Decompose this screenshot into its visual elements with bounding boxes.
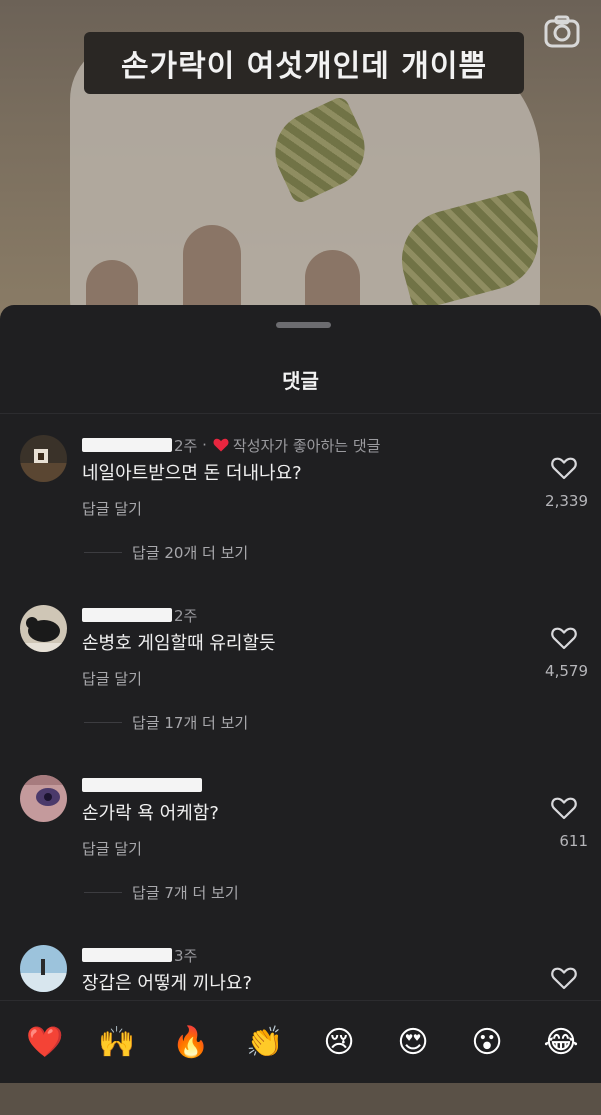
creator-heart-icon: [213, 438, 229, 452]
sheet-title: 댓글: [282, 369, 319, 393]
comment-text: 장갑은 어떻게 끼나요?: [82, 973, 253, 994]
like-heart-icon[interactable]: [551, 966, 577, 990]
avatar[interactable]: [20, 605, 67, 652]
emoji-crying-button[interactable]: 😢: [318, 1023, 360, 1063]
emoji-laughing-button[interactable]: 😂: [540, 1023, 582, 1063]
view-replies-button[interactable]: 답글 17개 더 보기: [84, 712, 248, 733]
like-count: 4,579: [545, 662, 588, 680]
comment-meta: 2주 · 작성자가 좋아하는 댓글: [82, 435, 380, 455]
comment-item: 손가락 욕 어케함? 답글 달기 611 답글 7개 더 보기: [0, 775, 601, 945]
emoji-surprised-button[interactable]: 😮: [466, 1023, 508, 1063]
comment-text: 손병호 게임할때 유리할듯: [82, 633, 276, 654]
emoji-heart-button[interactable]: ❤️: [24, 1023, 66, 1063]
reply-button[interactable]: 답글 달기: [82, 668, 142, 689]
divider: [84, 892, 122, 893]
divider: [84, 552, 122, 553]
comment-item: 2주 · 작성자가 좋아하는 댓글 네일아트받으면 돈 더내나요? 답글 달기 …: [0, 435, 601, 605]
comment-item: 2주 손병호 게임할때 유리할듯 답글 달기 4,579 답글 17개 더 보기: [0, 605, 601, 775]
comments-sheet: 댓글 2주 · 작성자가 좋아하는 댓글 네일아트받으면 돈 더내나요? 답글 …: [0, 305, 601, 1082]
emoji-heart-eyes-button[interactable]: 😍: [392, 1023, 434, 1063]
comment-text: 네일아트받으면 돈 더내나요?: [82, 463, 302, 484]
reply-button[interactable]: 답글 달기: [82, 838, 142, 859]
view-replies-label: 답글 20개 더 보기: [132, 544, 249, 562]
comment-meta: [82, 775, 204, 795]
emoji-fire-button[interactable]: 🔥: [170, 1023, 212, 1063]
comment-time: 2주: [174, 606, 198, 625]
comment-time: 2주: [174, 436, 198, 455]
reply-button[interactable]: 답글 달기: [82, 498, 142, 519]
comment-meta: 2주: [82, 605, 197, 625]
view-replies-label: 답글 17개 더 보기: [132, 714, 249, 732]
avatar[interactable]: [20, 945, 67, 992]
camera-icon[interactable]: [542, 12, 582, 52]
view-replies-button[interactable]: 답글 20개 더 보기: [84, 542, 248, 563]
like-heart-icon[interactable]: [551, 796, 577, 820]
username-redacted[interactable]: [82, 948, 172, 962]
view-replies-label: 답글 7개 더 보기: [132, 884, 239, 902]
emoji-raised-hands-button[interactable]: 🙌: [96, 1023, 138, 1063]
sheet-drag-handle[interactable]: [276, 322, 331, 328]
username-redacted[interactable]: [82, 778, 202, 792]
username-redacted[interactable]: [82, 608, 172, 622]
video-caption: 손가락이 여섯개인데 개이쁨: [84, 32, 524, 94]
like-heart-icon[interactable]: [551, 456, 577, 480]
avatar[interactable]: [20, 435, 67, 482]
separator: ·: [197, 436, 207, 454]
like-heart-icon[interactable]: [551, 626, 577, 650]
view-replies-button[interactable]: 답글 7개 더 보기: [84, 882, 239, 903]
like-count: 611: [559, 832, 588, 850]
comment-meta: 3주: [82, 945, 197, 965]
comment-text: 손가락 욕 어케함?: [82, 803, 219, 824]
divider: [0, 413, 601, 414]
creator-liked-label: 작성자가 좋아하는 댓글: [232, 436, 381, 455]
emoji-bar: ❤️ 🙌 🔥 👏 😢 😍 😮 😂: [0, 1000, 601, 1083]
emoji-clap-button[interactable]: 👏: [244, 1023, 286, 1063]
divider: [84, 722, 122, 723]
avatar[interactable]: [20, 775, 67, 822]
username-redacted[interactable]: [82, 438, 172, 452]
like-count: 2,339: [545, 492, 588, 510]
comment-time: 3주: [174, 946, 198, 965]
